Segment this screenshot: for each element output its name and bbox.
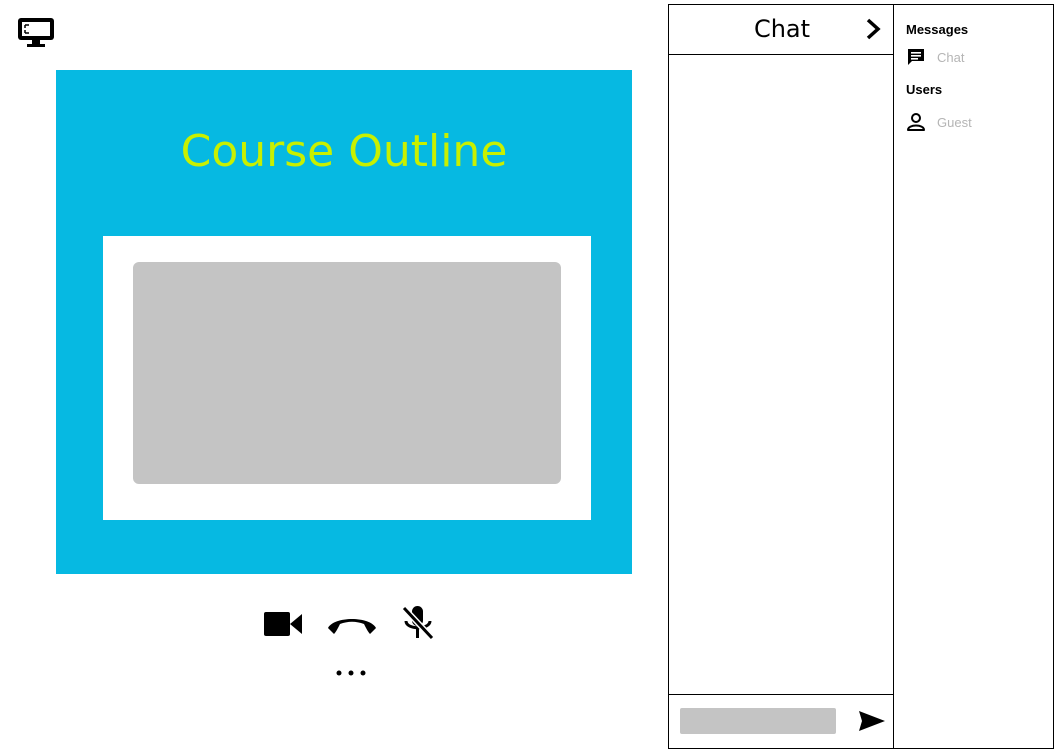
sidebar-item-chat[interactable]: Chat xyxy=(906,47,1046,69)
send-icon[interactable] xyxy=(857,708,887,734)
slide-content-frame xyxy=(103,236,591,520)
video-camera-icon[interactable] xyxy=(262,608,304,640)
chat-message-area[interactable] xyxy=(669,55,893,695)
call-controls xyxy=(262,604,438,644)
slide-image-placeholder xyxy=(133,262,561,484)
sidebar-item-guest[interactable]: Guest xyxy=(906,112,1046,134)
sidebar: Messages Chat Users Guest xyxy=(893,4,1054,749)
chat-message-icon xyxy=(906,47,926,67)
user-icon xyxy=(906,112,926,132)
microphone-off-icon[interactable] xyxy=(400,604,436,642)
chat-footer xyxy=(669,694,893,748)
slide-title: Course Outline xyxy=(180,126,508,177)
more-horizontal-icon[interactable] xyxy=(330,664,374,684)
monitor-screen-icon[interactable] xyxy=(16,16,58,50)
phone-hangup-icon[interactable] xyxy=(324,610,380,638)
chat-header: Chat xyxy=(669,5,893,55)
users-heading: Users xyxy=(906,82,943,97)
sidebar-item-label: Guest xyxy=(937,115,972,130)
chat-panel: Chat xyxy=(668,4,894,749)
presentation-slide: Course Outline xyxy=(56,70,632,574)
sidebar-item-label: Chat xyxy=(937,50,965,65)
messages-heading: Messages xyxy=(906,22,969,37)
chat-message-input[interactable] xyxy=(680,708,836,734)
chevron-right-icon[interactable] xyxy=(861,15,885,43)
